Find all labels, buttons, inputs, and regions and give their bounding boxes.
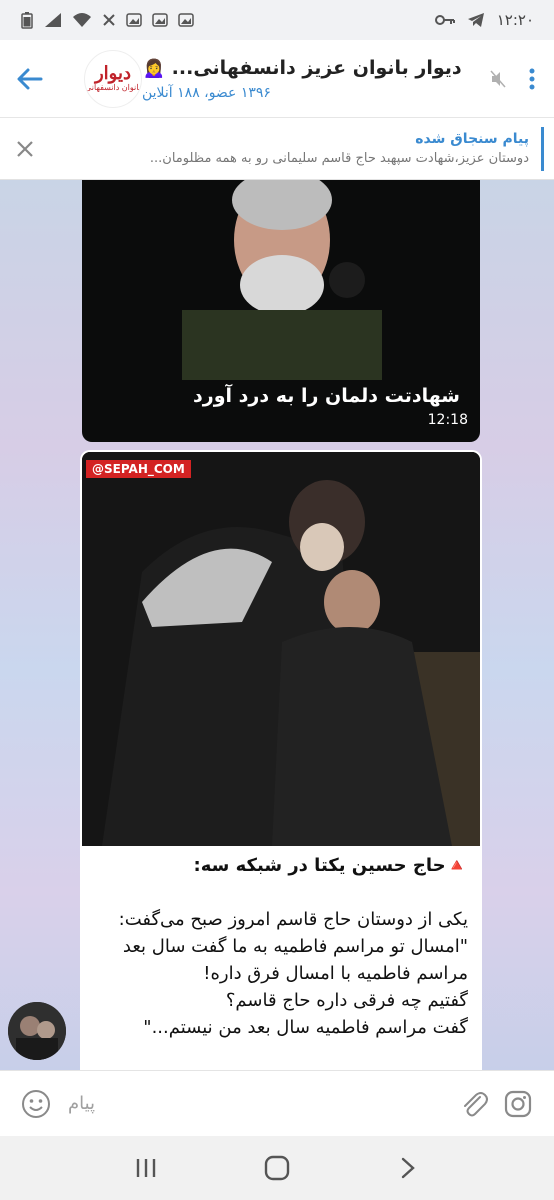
status-left: [20, 11, 194, 29]
status-time: ۱۲:۲۰: [496, 11, 534, 29]
more-vertical-icon: [529, 68, 535, 89]
chat-member-count: ۱۳۹۶ عضو، ۱۸۸ آنلاین: [142, 85, 271, 101]
pinned-close-button[interactable]: [0, 118, 50, 180]
pinned-body[interactable]: پیام سنجاق شده دوستان عزیز،شهادت سپهبد ح…: [50, 126, 544, 171]
pinned-message-bar[interactable]: پیام سنجاق شده دوستان عزیز،شهادت سپهبد ح…: [0, 118, 554, 180]
message-line: گفتیم چه فرقی داره حاج قاسم؟: [225, 990, 468, 1011]
header-text[interactable]: دیوار بانوان عزیز دانسفهانی... 🙍‍♀️ ۱۳۹۶…: [142, 56, 490, 102]
pinned-text: دوستان عزیز،شهادت سپهبد حاج قاسم سلیمانی…: [149, 151, 529, 166]
chat-title-emoji: 🙍‍♀️: [142, 57, 166, 79]
message-line: گفت مراسم فاطمیه سال بعد من نیستم...": [143, 1017, 468, 1038]
instagram-camera-icon: [504, 1090, 532, 1117]
close-icon: [103, 14, 115, 26]
telegram-icon: [467, 13, 484, 27]
photo-image: [82, 452, 480, 846]
avatar-image: [8, 1002, 66, 1060]
chat-title: دیوار بانوان عزیز دانسفهانی... 🙍‍♀️: [142, 56, 462, 80]
pinned-label: پیام سنجاق شده: [415, 131, 529, 147]
battery-icon: [21, 12, 33, 29]
chat-header: دیوار بانوان دانسفهانی دیوار بانوان عزیز…: [0, 40, 554, 118]
gallery-icon: [152, 13, 168, 27]
signal-icon: [45, 13, 61, 27]
watermark-badge: @SEPAH_COM: [86, 460, 191, 478]
message-time: 12:18: [427, 412, 468, 428]
chat-title-text: دیوار بانوان عزیز دانسفهانی...: [171, 56, 462, 79]
back-nav-button[interactable]: [383, 1143, 433, 1193]
sender-avatar[interactable]: [8, 1002, 66, 1060]
back-button[interactable]: [0, 40, 60, 118]
portrait-image: [182, 180, 382, 380]
attach-button[interactable]: [452, 1082, 496, 1126]
message-bubble-2[interactable]: @SEPAH_COM 🔺حاج حسین یکتا در شبکه سه: یک…: [80, 450, 482, 1070]
photo-message-1[interactable]: شهادتت دلمان را به درد آورد 12:18: [82, 180, 480, 442]
chat-area[interactable]: شهادتت دلمان را به درد آورد 12:18 @SEPAH…: [0, 180, 554, 1070]
message-text: 🔺حاج حسین یکتا در شبکه سه: یکی از دوستان…: [90, 852, 468, 1041]
message-input-bar: [0, 1070, 554, 1136]
message-spacer: [90, 879, 468, 906]
emoji-button[interactable]: [14, 1082, 58, 1126]
system-nav-bar: [0, 1136, 554, 1200]
wifi-icon: [73, 13, 91, 27]
recent-apps-icon: [136, 1159, 155, 1177]
back-arrow-icon: [17, 68, 43, 89]
close-icon: [17, 140, 33, 157]
home-icon: [264, 1155, 290, 1181]
camera-button[interactable]: [496, 1082, 540, 1126]
status-right: ۱۲:۲۰: [434, 11, 534, 29]
message-line: "امسال تو مراسم فاطمیه به ما گفت سال بعد: [122, 936, 468, 957]
smiley-icon: [22, 1089, 50, 1118]
chevron-right-icon: [402, 1157, 416, 1179]
message-line: مراسم فاطمیه با امسال فرق داره!: [203, 963, 468, 984]
key-icon: [434, 15, 455, 25]
gallery-icon: [126, 13, 142, 27]
photo-caption: شهادتت دلمان را به درد آورد: [193, 385, 460, 407]
logo-sub-text: بانوان دانسفهانی: [85, 82, 141, 92]
gallery-icon: [178, 13, 194, 27]
recent-apps-button[interactable]: [121, 1143, 171, 1193]
mute-icon: [490, 70, 510, 88]
message-headline: 🔺حاج حسین یکتا در شبکه سه:: [193, 855, 468, 876]
photo-message-2[interactable]: @SEPAH_COM: [82, 452, 480, 846]
home-button[interactable]: [252, 1143, 302, 1193]
status-bar: ۱۲:۲۰: [0, 0, 554, 40]
logo-main-text: دیوار: [94, 62, 132, 84]
channel-avatar[interactable]: دیوار بانوان دانسفهانی: [84, 49, 142, 108]
message-line: یکی از دوستان حاج قاسم امروز صبح می‌گفت:: [118, 909, 468, 930]
more-menu-button[interactable]: [510, 40, 554, 118]
paperclip-icon: [464, 1091, 488, 1116]
message-input[interactable]: [58, 1081, 452, 1126]
